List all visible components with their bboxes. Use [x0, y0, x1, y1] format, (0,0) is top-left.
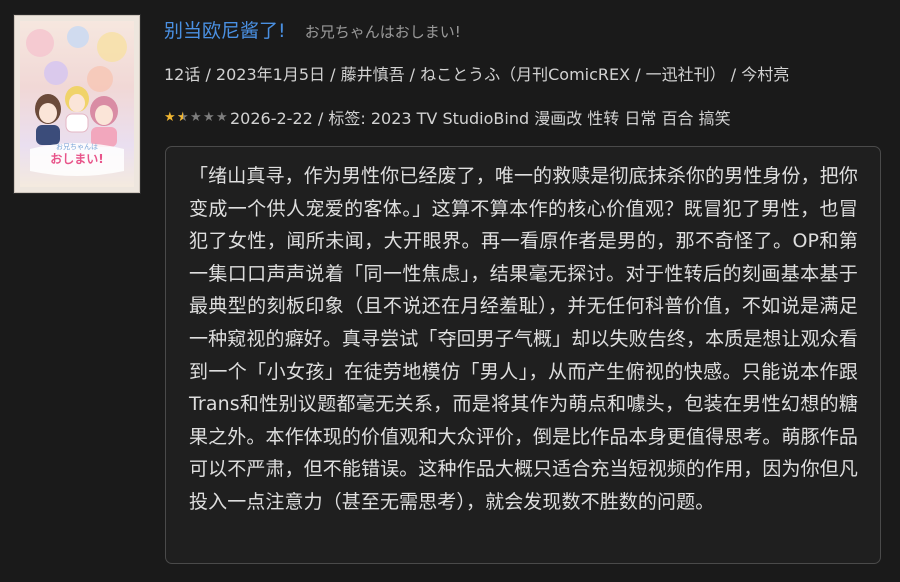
title-row: 别当欧尼酱了! お兄ちゃんはおしまい!: [164, 16, 461, 43]
date-and-tags: 2026-2-22 / 标签: 2023 TV StudioBind 漫画改 性…: [230, 109, 731, 128]
star-icon: ★: [216, 110, 228, 124]
svg-text:おしまい!: おしまい!: [50, 152, 103, 166]
collection-entry: おしまい! お兄ちゃんは 别当欧尼酱了! お兄ちゃんはおしまい! 12话 / 2…: [0, 0, 900, 582]
title-link[interactable]: 别当欧尼酱了!: [164, 20, 286, 42]
meta-info: 12话 / 2023年1月5日 / 藤井慎吾 / ねことうふ（月刊ComicRE…: [164, 65, 790, 84]
cover-image[interactable]: おしまい! お兄ちゃんは: [14, 15, 140, 193]
star-icon: ★: [177, 111, 190, 124]
cover-artwork: おしまい! お兄ちゃんは: [20, 21, 134, 187]
star-icon: ★: [190, 110, 202, 124]
star-icon: ★: [203, 110, 215, 124]
svg-text:お兄ちゃんは: お兄ちゃんは: [56, 143, 98, 151]
star-rating: ★ ★ ★ ★ ★: [164, 111, 229, 124]
review-comment: 「绪山真寻，作为男性你已经废了，唯一的救赎是彻底抹杀你的男性身份，把你变成一个供…: [165, 146, 881, 564]
star-icon: ★: [164, 110, 176, 124]
original-title: お兄ちゃんはおしまい!: [304, 23, 461, 41]
cover-illustration: おしまい! お兄ちゃんは: [26, 26, 127, 176]
rating-row: ★★★★★ 2026-2-22 / 标签: 2023 TV StudioBind…: [164, 105, 731, 129]
